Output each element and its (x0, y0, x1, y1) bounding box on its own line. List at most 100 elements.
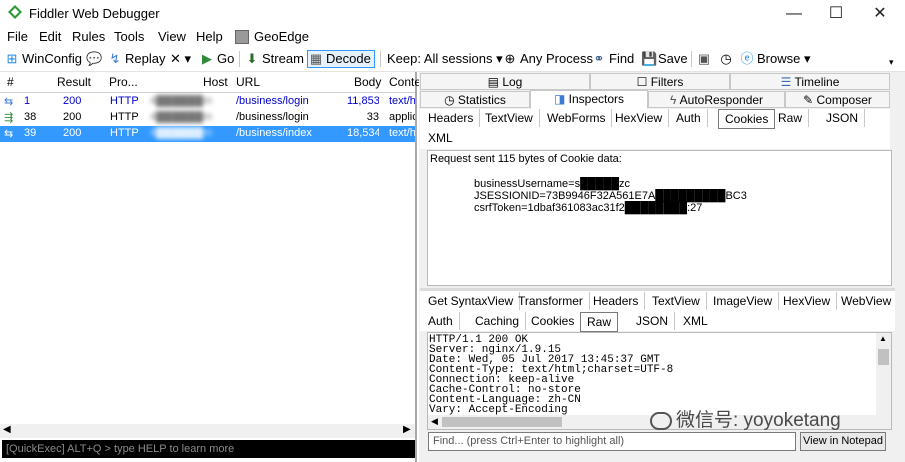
req-tab-auth[interactable]: Auth (670, 109, 708, 127)
cookie-line: csrfToken=1dbaf361083ac31f2████████:27 (474, 202, 703, 214)
scroll-right-arrow-icon[interactable]: ▶ (403, 424, 411, 435)
browse-button[interactable]: ⓔ Browse ▾ (740, 50, 810, 68)
scroll-left-arrow-icon[interactable]: ◀ (431, 416, 438, 427)
session-body: 33 (366, 111, 379, 123)
menu-tools[interactable]: Tools (114, 29, 144, 44)
resp-tab-headers[interactable]: Headers (587, 292, 646, 310)
tab-autoresponder[interactable]: ϟ AutoResponder (648, 91, 785, 108)
req-tab-textview[interactable]: TextView (479, 109, 540, 127)
decode-button[interactable]: ▦ Decode (307, 50, 375, 68)
tab-filters[interactable]: ☐ Filters (590, 73, 730, 90)
scroll-thumb[interactable] (442, 417, 562, 427)
session-result: 200 (63, 111, 82, 123)
sessions-horizontal-scrollbar[interactable]: ◀ ▶ (0, 424, 415, 438)
stopwatch-icon: ◷ (444, 93, 458, 107)
tab-statistics[interactable]: ◷ Statistics (420, 91, 530, 108)
session-row[interactable]: ⇶ 38 200 HTTP 4██████m /business/login 3… (0, 110, 415, 126)
stream-arrow-icon: ⬇ (246, 51, 258, 66)
menu-geoedge[interactable]: GeoEdge (254, 29, 309, 44)
stream-button[interactable]: ⬇ Stream (245, 50, 304, 68)
session-protocol: HTTP (110, 95, 139, 107)
resp-tab-cookies[interactable]: Cookies (525, 312, 582, 330)
screenshot-button[interactable]: ▣ (697, 50, 714, 68)
resp-tab-auth[interactable]: Auth (422, 312, 460, 330)
geoedge-icon (235, 30, 249, 44)
view-in-notepad-button[interactable]: View in Notepad (800, 432, 886, 451)
session-row-selected[interactable]: ⇆ 39 200 HTTP 4██████m /business/index 1… (0, 126, 415, 142)
scroll-up-arrow-icon[interactable]: ▲ (879, 334, 887, 343)
col-number[interactable]: # (7, 75, 14, 89)
menu-rules[interactable]: Rules (72, 29, 105, 44)
resp-tab-textview[interactable]: TextView (646, 292, 707, 310)
title-bar: Fiddler Web Debugger — ☐ ✕ (0, 0, 905, 28)
quickexec-input[interactable]: [QuickExec] ALT+Q > type HELP to learn m… (2, 440, 415, 458)
keep-sessions-dropdown[interactable]: Keep: All sessions ▾ (387, 50, 503, 68)
toolbar: ⊞ WinConfig 💬 ↯ Replay ✕ ▾ ▶ Go ⬇ Stream ▦ De… (0, 47, 905, 72)
req-tab-json[interactable]: JSON (820, 109, 866, 127)
resp-tab-hexview[interactable]: HexView (777, 292, 838, 310)
menu-edit[interactable]: Edit (39, 29, 61, 44)
session-row[interactable]: ⇆ 1 200 HTTP 4██████m /business/login 11… (0, 94, 415, 110)
maximize-button[interactable]: ☐ (818, 2, 854, 26)
session-result: 200 (63, 127, 82, 139)
find-button[interactable]: ⚭ Find (592, 50, 635, 68)
binoculars-icon: ⚭ (593, 51, 605, 66)
winconfig-button[interactable]: ⊞ WinConfig (5, 50, 82, 68)
tab-inspectors[interactable]: ◨ Inspectors (530, 90, 648, 109)
col-url[interactable]: URL (236, 75, 260, 89)
menu-file[interactable]: File (7, 29, 28, 44)
resp-tab-syntaxview[interactable]: Get SyntaxView (422, 292, 521, 310)
toolbar-overflow-icon[interactable]: ▾ (889, 57, 894, 68)
replay-button[interactable]: ↯ Replay (108, 50, 166, 68)
session-type-icon: ⇆ (4, 128, 14, 140)
req-tab-cookies[interactable]: Cookies (718, 109, 776, 129)
process-filter-button[interactable]: ⊕ Any Process (503, 50, 593, 68)
session-result: 200 (63, 95, 82, 107)
resp-tab-xml[interactable]: XML (677, 312, 714, 330)
col-body[interactable]: Body (354, 75, 381, 89)
col-content-type[interactable]: Conte (389, 75, 421, 89)
response-tabstrip: Get SyntaxView Transformer Headers TextV… (420, 291, 897, 332)
log-icon: ▤ (487, 75, 503, 89)
save-button[interactable]: 💾Save (641, 50, 688, 68)
req-tab-hexview[interactable]: HexView (609, 109, 670, 127)
resp-tab-raw[interactable]: Raw (580, 312, 619, 332)
wechat-logo-icon (650, 411, 672, 430)
req-tab-headers[interactable]: Headers (422, 109, 481, 127)
col-host[interactable]: Host (203, 75, 228, 89)
toolbar-separator (380, 51, 381, 67)
toolbar-separator (691, 51, 692, 67)
session-protocol: HTTP (110, 127, 139, 139)
col-result[interactable]: Result (57, 75, 91, 89)
resp-tab-webview[interactable]: WebView (835, 292, 897, 310)
remove-sessions-button[interactable]: ✕ ▾ (170, 50, 191, 68)
minimize-button[interactable]: — (776, 2, 812, 26)
cookie-summary: Request sent 115 bytes of Cookie data: (430, 153, 622, 165)
timer-button[interactable]: ◷ (719, 50, 736, 68)
window-title: Fiddler Web Debugger (29, 6, 160, 21)
req-tab-raw[interactable]: Raw (772, 109, 810, 127)
tab-timeline[interactable]: ☰ Timeline (730, 73, 890, 90)
close-button[interactable]: ✕ (862, 2, 898, 26)
tab-log[interactable]: ▤ Log (420, 73, 590, 90)
req-tab-webforms[interactable]: WebForms (541, 109, 613, 127)
scroll-left-arrow-icon[interactable]: ◀ (3, 424, 11, 435)
resp-tab-imageview[interactable]: ImageView (707, 292, 780, 310)
session-host: 4██████m (150, 127, 213, 139)
col-protocol[interactable]: Pro... (109, 75, 138, 89)
session-number: 39 (24, 127, 37, 139)
req-tab-xml[interactable]: XML (422, 129, 459, 147)
resp-tab-caching[interactable]: Caching (469, 312, 527, 330)
ie-browser-icon: ⓔ (740, 51, 754, 66)
resp-tab-transformer[interactable]: Transformer (512, 292, 590, 310)
raw-vertical-scrollbar[interactable]: ▲ (876, 333, 891, 429)
comment-button[interactable]: 💬 (86, 50, 103, 68)
save-disk-icon: 💾 (641, 51, 658, 66)
scroll-thumb[interactable] (878, 349, 889, 365)
tab-composer[interactable]: ✎ Composer (785, 91, 890, 108)
find-input[interactable]: Find... (press Ctrl+Enter to highlight a… (428, 432, 796, 451)
go-button[interactable]: ▶ Go (200, 50, 234, 68)
resp-tab-json[interactable]: JSON (630, 312, 676, 330)
menu-help[interactable]: Help (196, 29, 223, 44)
menu-view[interactable]: View (158, 29, 186, 44)
